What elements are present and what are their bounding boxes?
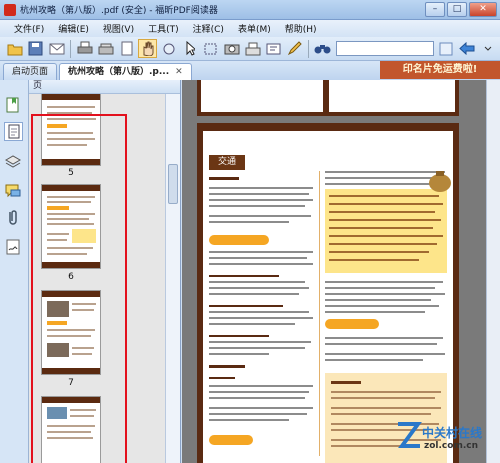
back-arrow-icon — [458, 42, 474, 55]
paperclip-icon — [9, 210, 17, 225]
section-title: 交通 — [209, 155, 245, 170]
menu-view[interactable]: 视图(V) — [103, 22, 134, 35]
camera-icon — [224, 44, 239, 55]
print-button[interactable] — [75, 39, 94, 58]
toolbar-separator — [308, 39, 309, 58]
select-text-button[interactable] — [180, 39, 199, 58]
watermark-text: 中关村在线 — [422, 426, 483, 440]
scanner-button[interactable] — [96, 39, 115, 58]
ad-banner[interactable]: 印名片免运费啦! — [380, 61, 500, 79]
layers-icon — [4, 155, 22, 168]
hand-tool-button[interactable] — [138, 39, 157, 58]
page-thumbnail-7[interactable] — [41, 290, 101, 375]
bookmark-icon — [6, 97, 19, 113]
menu-help[interactable]: 帮助(H) — [285, 22, 317, 35]
search-icon — [439, 42, 452, 55]
thumbnail-page-number: 5 — [68, 168, 74, 178]
comments-panel-button[interactable] — [4, 182, 23, 201]
pencil-button[interactable] — [285, 39, 304, 58]
page-thumbnail-6[interactable] — [41, 184, 101, 269]
pages-icon — [8, 124, 20, 139]
scanner-icon — [98, 43, 113, 54]
save-button[interactable] — [26, 39, 45, 58]
maximize-button[interactable]: □ — [447, 2, 467, 17]
signatures-panel-button[interactable] — [4, 238, 23, 257]
open-file-icon — [7, 44, 22, 55]
page-thumbnail-8[interactable] — [41, 396, 101, 463]
toolbar — [0, 37, 500, 61]
camera-button[interactable] — [222, 39, 241, 58]
panel-title: 页 — [29, 80, 180, 94]
menu-tools[interactable]: 工具(T) — [148, 22, 179, 35]
close-button[interactable]: ✕ — [469, 2, 497, 17]
select-text-icon — [186, 41, 195, 56]
pages-panel-button[interactable] — [4, 122, 23, 141]
document-icon — [121, 41, 132, 56]
thumbnail-page-number: 6 — [68, 272, 74, 282]
menu-bar: 文件(F) 编辑(E) 视图(V) 工具(T) 注释(C) 表单(M) 帮助(H… — [0, 20, 500, 37]
hand-tool-icon — [143, 41, 153, 56]
chevron-down-icon — [484, 46, 491, 51]
scrollbar-thumb[interactable] — [168, 164, 178, 204]
open-file-button[interactable] — [5, 39, 24, 58]
back-button[interactable] — [457, 39, 476, 58]
menu-comments[interactable]: 注释(C) — [193, 22, 224, 35]
tab-close-icon[interactable]: ✕ — [175, 67, 183, 77]
snapshot-icon — [163, 43, 174, 54]
document-view[interactable]: 交通 — [182, 80, 500, 463]
search-input[interactable] — [336, 41, 434, 56]
signature-icon — [6, 239, 20, 255]
zol-logo-icon — [398, 422, 422, 448]
find-button[interactable] — [313, 39, 332, 58]
comment-icon — [5, 184, 21, 198]
email-button[interactable] — [47, 39, 66, 58]
crop-icon — [204, 43, 217, 54]
foxit-app-icon — [4, 3, 16, 16]
tab-current-document[interactable]: 杭州攻略（第八版）.p... ✕ — [59, 63, 192, 80]
page-setup-button[interactable] — [117, 39, 136, 58]
title-bar: 杭州攻略（第八版）.pdf (安全) - 福昕PDF阅读器 – □ ✕ — [0, 0, 500, 20]
tab-label: 杭州攻略（第八版）.p... — [68, 67, 170, 77]
typewriter-button[interactable] — [243, 39, 262, 58]
toolbar-separator — [70, 39, 71, 58]
page-thumbnail-5[interactable] — [41, 94, 101, 166]
crop-button[interactable] — [201, 39, 220, 58]
attachments-panel-button[interactable] — [4, 208, 23, 227]
teapot-illustration — [429, 171, 451, 192]
menu-edit[interactable]: 编辑(E) — [58, 22, 89, 35]
email-icon — [49, 43, 64, 54]
toolbar-overflow-button[interactable] — [478, 39, 497, 58]
minimize-button[interactable]: – — [425, 2, 445, 17]
menu-forms[interactable]: 表单(M) — [238, 22, 271, 35]
save-icon — [28, 41, 43, 56]
document-scrollbar[interactable] — [486, 80, 500, 463]
navigation-sidebar — [0, 80, 29, 463]
watermark-url: zol.com.cn — [424, 441, 478, 451]
window-title: 杭州攻略（第八版）.pdf (安全) - 福昕PDF阅读器 — [20, 6, 218, 16]
text-box-button[interactable] — [264, 39, 283, 58]
menu-file[interactable]: 文件(F) — [14, 22, 44, 35]
pdf-page: 交通 — [197, 123, 459, 463]
search-options-button[interactable] — [436, 39, 455, 58]
snapshot-button[interactable] — [159, 39, 178, 58]
text-box-icon — [266, 43, 281, 54]
page-thumbnail-panel: 页 5 6 7 — [29, 80, 181, 463]
print-icon — [77, 41, 92, 54]
column-divider — [319, 171, 320, 456]
pencil-icon — [287, 41, 302, 56]
tab-label: 启动页面 — [12, 67, 49, 77]
thumbnail-list: 5 6 7 — [29, 94, 166, 463]
previous-page-bottom — [197, 80, 459, 116]
thumbnail-page-number: 7 — [68, 378, 74, 388]
thumbnail-scrollbar[interactable] — [165, 94, 180, 463]
layers-panel-button[interactable] — [4, 152, 23, 171]
binoculars-icon — [314, 45, 331, 54]
bookmarks-panel-button[interactable] — [4, 96, 23, 115]
tab-start-page[interactable]: 启动页面 — [3, 63, 58, 80]
typewriter-icon — [245, 42, 260, 55]
